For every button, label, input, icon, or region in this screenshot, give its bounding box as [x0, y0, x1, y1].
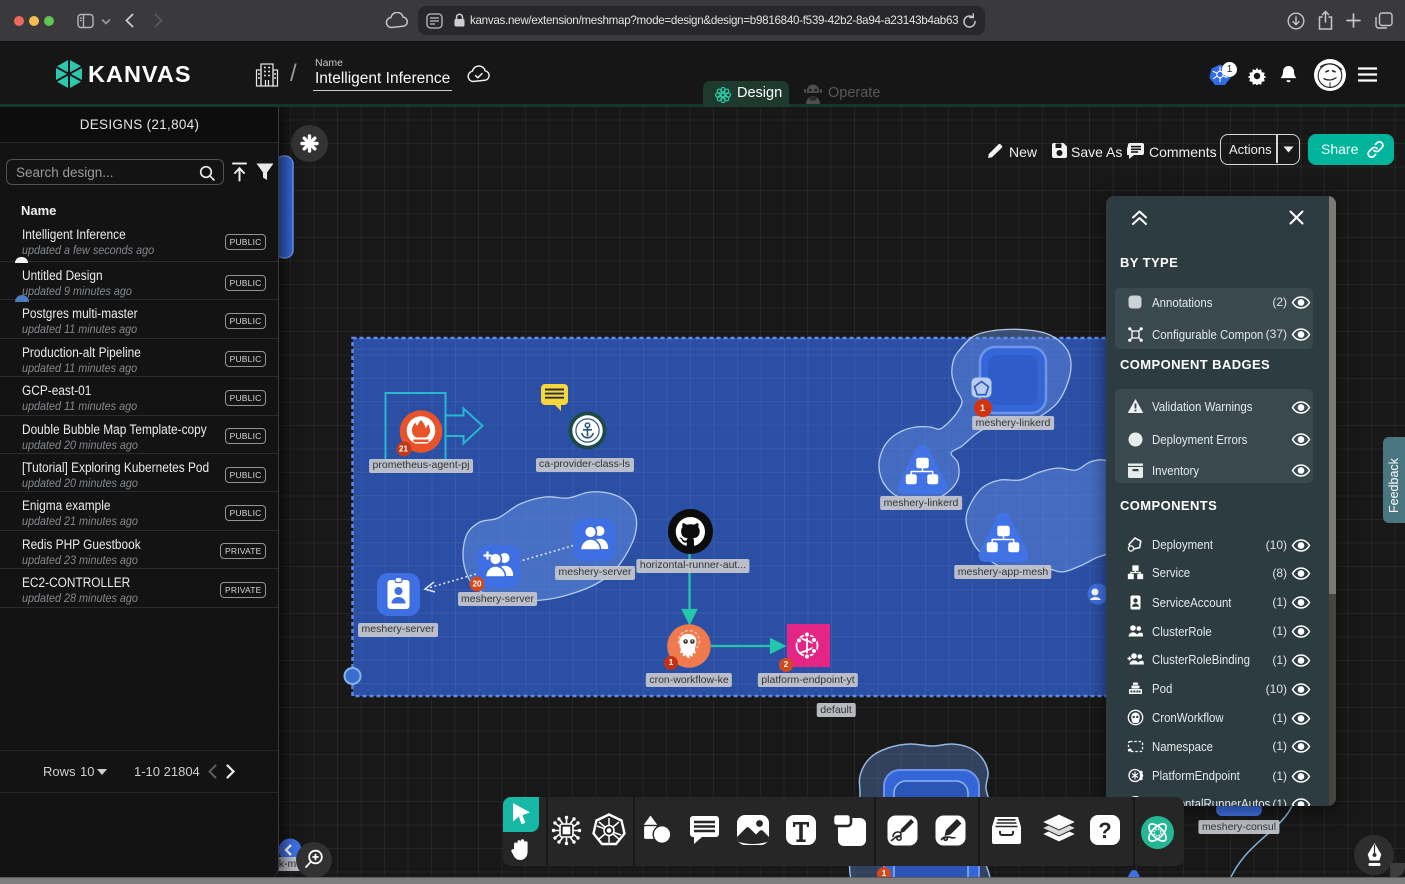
- svg-text:?: ?: [1098, 818, 1111, 843]
